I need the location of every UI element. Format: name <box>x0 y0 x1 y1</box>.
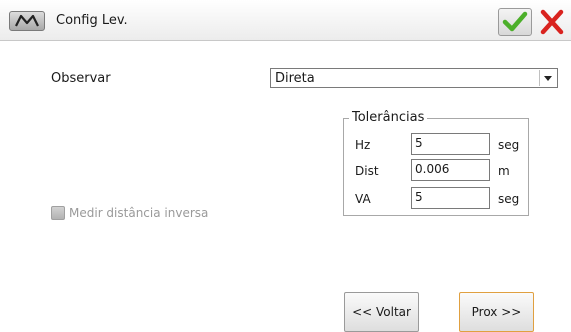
dist-label: Dist <box>355 164 379 178</box>
select-dropdown-button[interactable] <box>539 70 556 86</box>
title-bar: Config Lev. <box>0 0 571 41</box>
dist-input[interactable]: 0.006 <box>411 159 490 181</box>
tolerancias-group: Tolerâncias Hz 5 seg Dist 0.006 m VA 5 s… <box>343 110 529 216</box>
observar-select[interactable]: Direta <box>270 68 558 88</box>
tolerancias-legend: Tolerâncias <box>349 110 428 125</box>
confirm-button[interactable] <box>498 8 532 36</box>
dist-unit: m <box>498 164 510 178</box>
hz-input[interactable]: 5 <box>411 133 490 155</box>
va-label: VA <box>355 192 371 206</box>
hz-unit: seg <box>498 138 520 152</box>
menu-button[interactable] <box>9 11 45 31</box>
chevron-down-icon <box>544 76 552 81</box>
close-button[interactable] <box>536 8 568 36</box>
next-button[interactable]: Prox >> <box>459 292 534 332</box>
window-title: Config Lev. <box>56 13 128 28</box>
observar-label: Observar <box>51 71 111 86</box>
medir-distancia-inversa-label: Medir distância inversa <box>69 206 209 220</box>
va-input[interactable]: 5 <box>411 187 490 209</box>
observar-selected-value: Direta <box>275 71 315 86</box>
m-logo-icon <box>15 14 39 27</box>
back-button[interactable]: << Voltar <box>344 292 419 332</box>
checkmark-icon <box>502 11 528 32</box>
medir-distancia-inversa-checkbox[interactable] <box>51 206 65 220</box>
close-icon <box>540 9 564 35</box>
hz-label: Hz <box>355 138 371 152</box>
va-unit: seg <box>498 192 520 206</box>
